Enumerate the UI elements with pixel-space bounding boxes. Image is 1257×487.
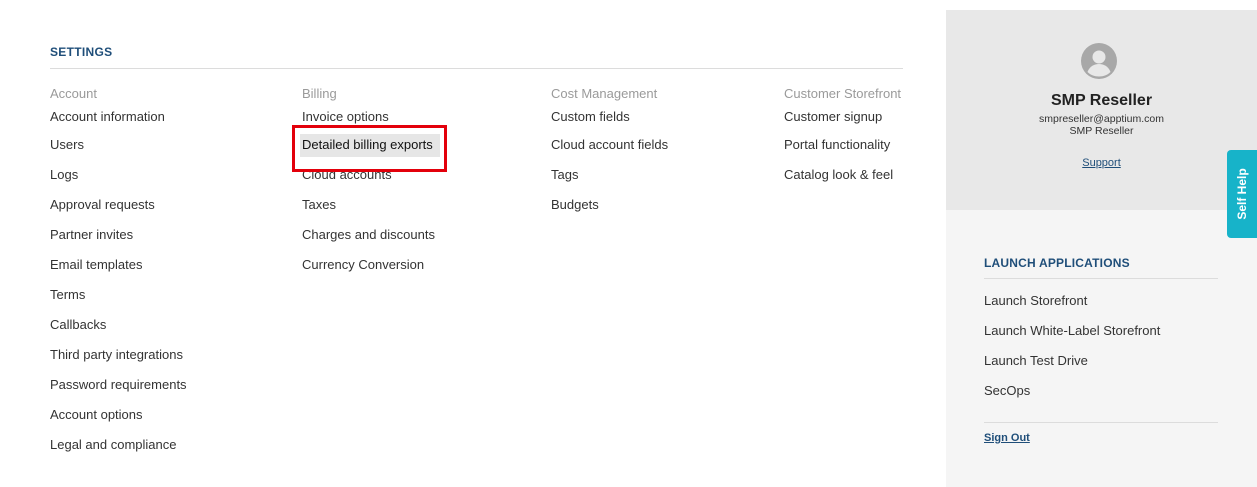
settings-link-currency-conversion[interactable]: Currency Conversion xyxy=(302,250,435,280)
customer-storefront-column: Customer Storefront Customer signup Port… xyxy=(784,85,901,190)
settings-link-detailed-billing-exports[interactable]: Detailed billing exports xyxy=(300,130,440,160)
self-help-label: Self Help xyxy=(1235,168,1249,220)
settings-link-catalog-look-feel[interactable]: Catalog look & feel xyxy=(784,160,901,190)
settings-link-tags[interactable]: Tags xyxy=(551,160,668,190)
profile-role: SMP Reseller xyxy=(1069,125,1134,137)
divider xyxy=(50,68,903,69)
settings-link-charges-and-discounts[interactable]: Charges and discounts xyxy=(302,220,435,250)
self-help-tab[interactable]: Self Help xyxy=(1227,150,1257,238)
settings-link-custom-fields[interactable]: Custom fields xyxy=(551,102,668,130)
settings-link-cloud-account-fields[interactable]: Cloud account fields xyxy=(551,130,668,160)
settings-link-partner-invites[interactable]: Partner invites xyxy=(50,220,187,250)
settings-link-portal-functionality[interactable]: Portal functionality xyxy=(784,130,901,160)
profile-name: SMP Reseller xyxy=(1050,92,1153,109)
user-circle-icon xyxy=(1081,43,1117,79)
launch-applications-panel: LAUNCH APPLICATIONS Launch Storefront La… xyxy=(946,210,1257,487)
settings-title: SETTINGS xyxy=(50,45,113,59)
divider xyxy=(984,278,1218,279)
account-column: Account Account information Users Logs A… xyxy=(50,85,187,460)
sign-out-link[interactable]: Sign Out xyxy=(984,432,1030,444)
launch-test-drive-link[interactable]: Launch Test Drive xyxy=(984,346,1160,376)
settings-link-approval-requests[interactable]: Approval requests xyxy=(50,190,187,220)
support-link[interactable]: Support xyxy=(946,157,1257,169)
launch-applications-title: LAUNCH APPLICATIONS xyxy=(984,256,1130,270)
column-heading-customer-storefront: Customer Storefront xyxy=(784,86,902,101)
settings-link-customer-signup[interactable]: Customer signup xyxy=(784,102,901,130)
settings-link-password-requirements[interactable]: Password requirements xyxy=(50,370,187,400)
settings-link-invoice-options[interactable]: Invoice options xyxy=(302,102,435,130)
settings-link-taxes[interactable]: Taxes xyxy=(302,190,435,220)
settings-link-terms[interactable]: Terms xyxy=(50,280,187,310)
settings-link-account-information[interactable]: Account information xyxy=(50,102,187,130)
settings-link-callbacks[interactable]: Callbacks xyxy=(50,310,187,340)
settings-link-email-templates[interactable]: Email templates xyxy=(50,250,187,280)
launch-storefront-link[interactable]: Launch Storefront xyxy=(984,286,1160,316)
settings-link-logs[interactable]: Logs xyxy=(50,160,187,190)
settings-link-third-party-integrations[interactable]: Third party integrations xyxy=(50,340,187,370)
settings-link-legal-and-compliance[interactable]: Legal and compliance xyxy=(50,430,187,460)
column-heading-cost-management: Cost Management xyxy=(551,86,658,101)
settings-link-cloud-accounts[interactable]: Cloud accounts xyxy=(302,160,435,190)
launch-white-label-storefront-link[interactable]: Launch White-Label Storefront xyxy=(984,316,1160,346)
column-heading-account: Account xyxy=(50,86,97,101)
settings-link-users[interactable]: Users xyxy=(50,130,187,160)
cost-management-column: Cost Management Custom fields Cloud acco… xyxy=(551,85,668,220)
column-heading-billing: Billing xyxy=(302,86,337,101)
divider xyxy=(984,422,1218,423)
profile-email: smpreseller@apptium.com xyxy=(1038,113,1165,125)
settings-panel: SETTINGS Account Account information Use… xyxy=(0,0,946,487)
settings-link-account-options[interactable]: Account options xyxy=(50,400,187,430)
billing-column: Billing Invoice options Detailed billing… xyxy=(300,85,440,280)
secops-link[interactable]: SecOps xyxy=(984,376,1160,406)
profile-panel: SMP Reseller smpreseller@apptium.com SMP… xyxy=(946,10,1257,210)
settings-link-label: Detailed billing exports xyxy=(302,137,433,152)
launch-list: Launch Storefront Launch White-Label Sto… xyxy=(984,286,1160,406)
settings-link-budgets[interactable]: Budgets xyxy=(551,190,668,220)
